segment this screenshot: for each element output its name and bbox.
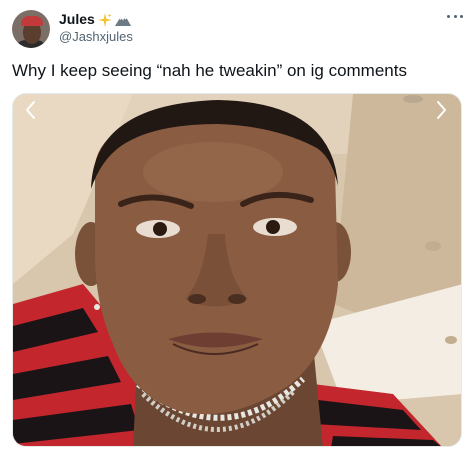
tweet-text: Why I keep seeing “nah he tweakin” on ig… bbox=[12, 61, 407, 80]
photo-illustration bbox=[13, 94, 461, 446]
author-display-name[interactable]: Jules bbox=[59, 11, 95, 28]
avatar[interactable] bbox=[12, 10, 50, 48]
sparkle-icon bbox=[97, 12, 112, 27]
tweet-card[interactable]: Jules @Jashxjules Why I keep seeing “nah… bbox=[0, 0, 474, 454]
chevron-right-icon[interactable] bbox=[433, 100, 449, 120]
more-options-icon[interactable] bbox=[447, 13, 463, 19]
chevron-left-icon[interactable] bbox=[23, 100, 39, 120]
author-handle[interactable]: @Jashxjules bbox=[59, 29, 133, 45]
mountain-icon bbox=[114, 16, 131, 26]
author-name-row[interactable]: Jules bbox=[59, 11, 131, 28]
tweet-photo[interactable] bbox=[12, 93, 462, 447]
avatar-cap bbox=[21, 16, 43, 26]
